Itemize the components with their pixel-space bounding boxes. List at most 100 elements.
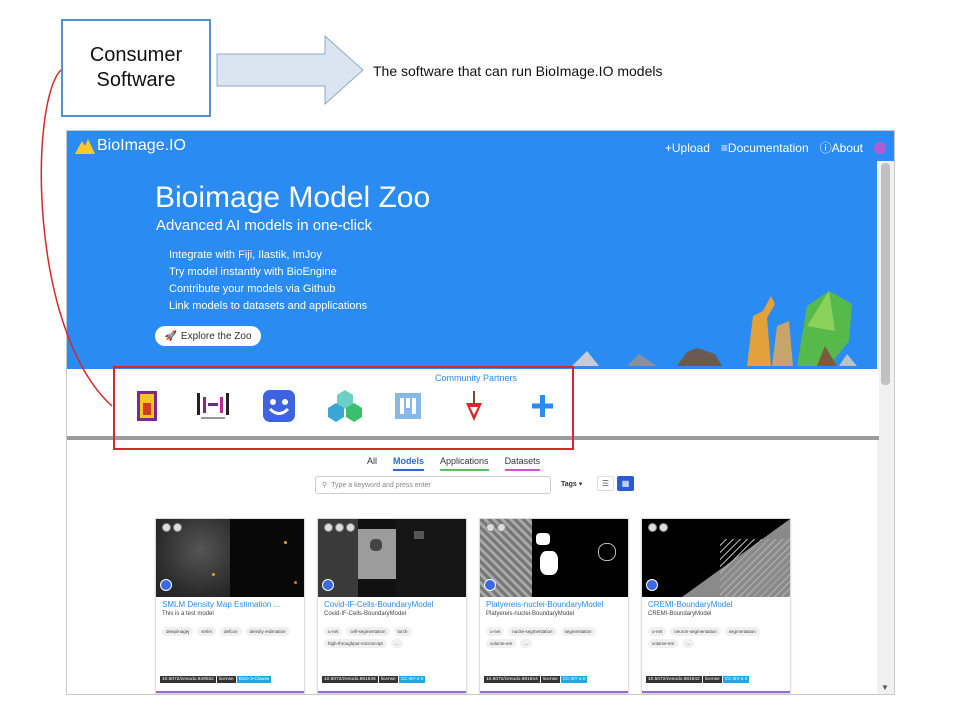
license-badge: CC-BY-4.0 bbox=[560, 676, 588, 683]
search-icon: ⚲ bbox=[322, 482, 328, 489]
tags-dropdown[interactable]: Tags ▾ bbox=[561, 480, 582, 488]
model-title[interactable]: SMLM Density Map Estimation ... bbox=[162, 600, 300, 609]
tag-chip[interactable]: cell-segmentation bbox=[346, 627, 390, 636]
explore-button[interactable]: 🚀 Explore the Zoo bbox=[155, 326, 261, 346]
license-label: license bbox=[216, 676, 236, 683]
model-tags: u-net neuron-segmentation segmentation v… bbox=[648, 627, 786, 648]
doi-badge[interactable]: 10.5072/zenodo.881842 bbox=[646, 676, 702, 683]
ilastik-badge-icon[interactable] bbox=[162, 523, 171, 532]
model-badges: 10.5072/zenodo.849032 license BSD-3-Clau… bbox=[160, 676, 272, 683]
model-card-image bbox=[318, 519, 466, 597]
callout-arrow bbox=[216, 34, 364, 106]
tag-chip[interactable]: volume-em bbox=[486, 639, 517, 648]
doi-badge[interactable]: 10.5072/zenodo.849032 bbox=[160, 676, 216, 683]
user-menu-icon[interactable] bbox=[874, 141, 886, 154]
model-card-image bbox=[642, 519, 790, 597]
ilastik-badge-icon[interactable] bbox=[497, 523, 506, 532]
brand[interactable]: BioImage.IO bbox=[75, 137, 186, 155]
download-icon[interactable] bbox=[173, 523, 182, 532]
list-view-button[interactable]: ☰ bbox=[597, 476, 614, 491]
tag-chip[interactable]: segmentation bbox=[724, 627, 760, 636]
model-description: Platyereis-nuclei-BoundaryModel bbox=[486, 611, 575, 617]
about-link[interactable]: ⓘAbout bbox=[820, 139, 863, 156]
tag-chip[interactable]: ... bbox=[390, 639, 403, 648]
resource-tabs: All Models Applications Datasets bbox=[367, 456, 541, 471]
tag-chip[interactable]: u-net bbox=[486, 627, 505, 636]
doi-badge[interactable]: 10.5072/zenodo.881846 bbox=[322, 676, 378, 683]
card-tool-icons bbox=[648, 523, 668, 532]
model-card[interactable]: Platyereis-nuclei-BoundaryModel Platyere… bbox=[479, 518, 629, 694]
rocket-icon: 🚀 bbox=[164, 330, 177, 342]
model-card[interactable]: CREMI-BoundaryModel CREMI-BoundaryModel … bbox=[641, 518, 791, 694]
model-title[interactable]: Platyereis-nuclei-BoundaryModel bbox=[486, 600, 624, 609]
model-description: CREMI-BoundaryModel bbox=[648, 611, 712, 617]
model-title[interactable]: CREMI-BoundaryModel bbox=[648, 600, 786, 609]
model-tags: deepimagej smlm defcon density estimatio… bbox=[162, 627, 300, 636]
model-description: This is a test model bbox=[162, 611, 214, 617]
card-tool-icons bbox=[324, 523, 355, 532]
documentation-link[interactable]: ≡Documentation bbox=[721, 141, 809, 155]
tag-chip[interactable]: segmentation bbox=[560, 627, 596, 636]
search-placeholder: Type a keyword and press enter bbox=[331, 481, 431, 489]
doi-badge[interactable]: 10.5072/zenodo.881844 bbox=[484, 676, 540, 683]
license-label: license bbox=[702, 676, 722, 683]
app-badge-icon[interactable] bbox=[322, 579, 334, 591]
fiji-badge-icon[interactable] bbox=[346, 523, 355, 532]
license-badge: CC-BY-4.0 bbox=[398, 676, 426, 683]
license-badge: CC-BY-4.0 bbox=[722, 676, 750, 683]
brand-name: BioImage.IO bbox=[97, 137, 186, 154]
fiji-badge-icon[interactable] bbox=[659, 523, 668, 532]
search-input[interactable]: ⚲ Type a keyword and press enter bbox=[315, 476, 551, 494]
tag-chip[interactable]: smlm bbox=[197, 627, 217, 636]
model-card-image bbox=[480, 519, 628, 597]
tag-chip[interactable]: neuron-segmentation bbox=[670, 627, 721, 636]
ilastik-badge-icon[interactable] bbox=[648, 523, 657, 532]
tag-chip[interactable]: density estimation bbox=[245, 627, 290, 636]
download-icon[interactable] bbox=[324, 523, 333, 532]
feature-item: Contribute your models via Github bbox=[169, 283, 336, 295]
tag-chip[interactable]: volume-em bbox=[648, 639, 679, 648]
scroll-down-icon[interactable]: ▼ bbox=[881, 683, 889, 692]
hero-title: Bioimage Model Zoo bbox=[155, 181, 431, 214]
tag-chip[interactable]: deepimagej bbox=[162, 627, 194, 636]
license-label: license bbox=[378, 676, 398, 683]
hero-banner: Bioimage Model Zoo Advanced AI models in… bbox=[67, 161, 879, 369]
tag-chip[interactable]: defcon bbox=[220, 627, 242, 636]
card-tool-icons bbox=[162, 523, 182, 532]
scrollbar-thumb[interactable] bbox=[881, 163, 890, 385]
model-badges: 10.5072/zenodo.881846 license CC-BY-4.0 bbox=[322, 676, 426, 683]
model-title[interactable]: Covid-IF-Cells-BoundaryModel bbox=[324, 600, 462, 609]
app-badge-icon[interactable] bbox=[484, 579, 496, 591]
tab-all[interactable]: All bbox=[367, 456, 377, 471]
tab-datasets[interactable]: Datasets bbox=[504, 456, 541, 471]
tag-chip[interactable]: u-net bbox=[324, 627, 343, 636]
model-card[interactable]: Covid-IF-Cells-BoundaryModel Covid-IF-Ce… bbox=[317, 518, 467, 694]
callout-label-line2: Software bbox=[96, 69, 176, 91]
feature-list: Integrate with Fiji, Ilastik, ImJoy Try … bbox=[169, 247, 367, 315]
bioimage-logo-icon bbox=[75, 139, 95, 154]
tab-models[interactable]: Models bbox=[393, 456, 425, 471]
partners-highlight-frame bbox=[113, 366, 574, 450]
tag-chip[interactable]: u-net bbox=[648, 627, 667, 636]
app-badge-icon[interactable] bbox=[160, 579, 172, 591]
license-badge: BSD-3-Clause bbox=[236, 676, 272, 683]
tag-chip[interactable]: torch bbox=[393, 627, 412, 636]
tag-chip[interactable]: nuclei-segmentation bbox=[508, 627, 557, 636]
fiji-badge-icon[interactable] bbox=[486, 523, 495, 532]
feature-item: Integrate with Fiji, Ilastik, ImJoy bbox=[169, 249, 322, 261]
tag-chip[interactable]: ... bbox=[520, 639, 533, 648]
model-tags: u-net nuclei-segmentation segmentation v… bbox=[486, 627, 624, 648]
app-badge-icon[interactable] bbox=[646, 579, 658, 591]
ilastik-badge-icon[interactable] bbox=[335, 523, 344, 532]
license-label: license bbox=[540, 676, 560, 683]
upload-link[interactable]: +Upload bbox=[665, 141, 710, 155]
callout-label-line1: Consumer bbox=[89, 44, 183, 66]
model-card[interactable]: SMLM Density Map Estimation ... This is … bbox=[155, 518, 305, 694]
grid-view-button[interactable]: ▦ bbox=[617, 476, 634, 491]
tag-chip[interactable]: ... bbox=[682, 639, 695, 648]
vertical-scrollbar[interactable]: ▼ bbox=[877, 161, 894, 694]
tab-applications[interactable]: Applications bbox=[440, 456, 489, 471]
lowpoly-animals-illustration bbox=[572, 291, 857, 366]
tag-chip[interactable]: high-throughput-microscopt bbox=[324, 639, 387, 648]
consumer-software-callout: Consumer Software bbox=[61, 19, 211, 117]
